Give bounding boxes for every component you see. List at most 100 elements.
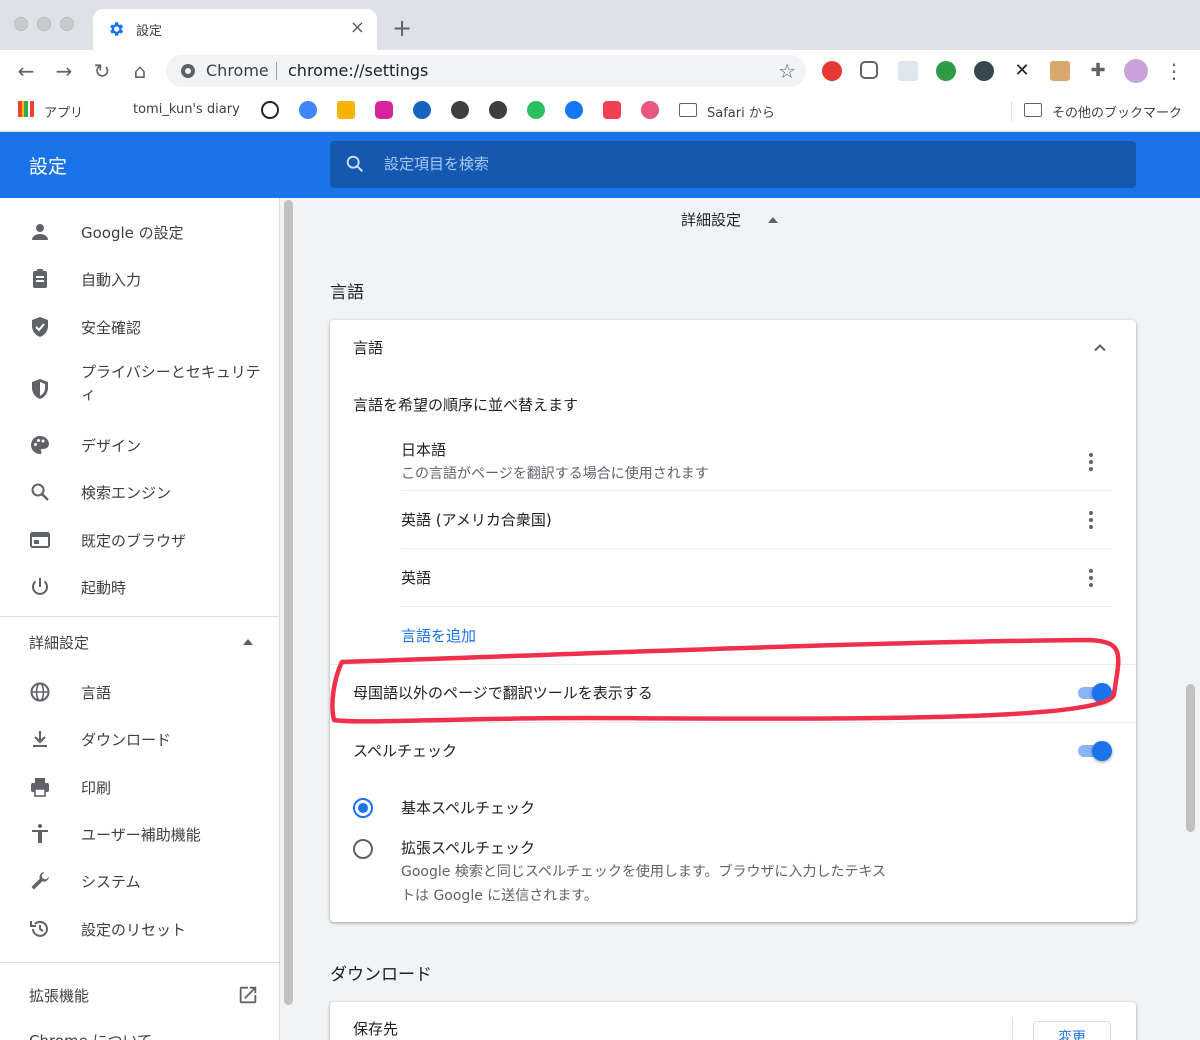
download-icon [28,727,52,751]
sidebar-item-label: Google の設定 [81,224,184,242]
security-shield-icon [28,377,52,401]
puzzle-icon[interactable]: ✚ [1088,61,1108,81]
divider [1011,101,1012,121]
sidebar-item-label: 検索エンジン [81,484,172,502]
spellcheck-toggle[interactable] [1076,741,1112,761]
new-tab-button[interactable]: + [392,14,412,42]
printer-icon [28,775,52,799]
search-input[interactable] [384,151,1084,177]
extension-icon[interactable] [898,61,918,81]
sidebar-item-extensions[interactable]: 拡張機能 [29,985,89,1006]
globe-icon[interactable] [489,101,507,119]
language-name: 英語 [401,569,432,587]
globe-icon[interactable] [451,101,469,119]
google-icon[interactable] [299,101,317,119]
bookmark-w-icon[interactable] [337,101,355,119]
divider [0,616,280,617]
bookmark-other-folder[interactable]: その他のブックマーク [1052,102,1182,121]
red-annotation-outline [330,637,1121,724]
folder-icon [679,103,697,117]
sidebar-item-about[interactable]: Chrome について [29,1030,152,1040]
bookmark-diary[interactable]: tomi_kun's diary [133,102,240,117]
window-minimize-dot[interactable] [37,17,51,31]
sidebar-item-label: 安全確認 [81,319,142,337]
home-icon[interactable]: ⌂ [129,60,151,82]
shield-check-icon [28,315,52,339]
chevron-up-icon[interactable] [1092,340,1108,360]
sidebar-item-label: 設定のリセット [81,921,187,939]
close-x-extension-icon[interactable]: ✕ [1012,61,1032,81]
downloads-card: 保存先 変更 [330,1002,1136,1040]
languages-subpage-header[interactable]: 言語 [353,337,383,358]
basic-spellcheck-radio[interactable] [353,798,373,818]
more-vert-icon[interactable] [1089,569,1093,590]
sidebar-item-label: 起動時 [81,579,127,597]
main-scrollbar[interactable] [1186,684,1195,832]
kebab-menu-icon[interactable]: ⋮ [1163,60,1185,82]
browser-toolbar: ← → ↻ ⌂ Chrome chrome://settings ☆ ✕ ✚ ⋮ [0,50,1200,92]
clipboard-icon [28,267,52,291]
bookmark-apps[interactable]: アプリ [44,102,83,121]
gear-icon [107,20,125,42]
pocket-icon[interactable] [603,101,621,119]
character-extension-icon[interactable] [1050,61,1070,81]
bookmark-layers-icon[interactable] [641,101,659,119]
divider [0,962,280,963]
open-in-new-icon[interactable] [237,984,259,1010]
spellcheck-label: スペルチェック [353,742,457,760]
bookmark-1password-icon[interactable] [261,101,279,119]
adblock-extension-icon[interactable] [822,61,842,81]
evernote-icon[interactable] [527,101,545,119]
facebook-icon[interactable] [565,101,583,119]
sidebar-scrollbar[interactable] [284,200,293,1005]
pocket-extension-icon[interactable] [860,61,878,79]
enhanced-spellcheck-radio[interactable] [353,839,373,859]
reset-history-icon [28,917,52,941]
languages-card: 言語 言語を希望の順序に並べ替えます 日本語 この言語がページを翻訳する場合に使… [330,320,1136,922]
back-icon[interactable]: ← [15,60,37,82]
avatar[interactable] [1124,59,1148,83]
spy-extension-icon[interactable] [974,61,994,81]
main-content: 詳細設定 言語 言語 言語を希望の順序に並べ替えます 日本語 この言語がページを… [300,198,1180,1040]
divider [401,490,1112,491]
advanced-toggle[interactable]: 詳細設定 [681,209,741,230]
bookmark-s-icon[interactable] [413,101,431,119]
forward-icon[interactable]: → [53,60,75,82]
caret-up-icon[interactable] [768,217,778,223]
power-icon [28,575,52,599]
evernote-clipper-icon[interactable] [936,61,956,81]
enhanced-spellcheck-desc: Google 検索と同じスペルチェックを使用します。ブラウザに入力したテキス [401,864,887,880]
enhanced-spellcheck-label: 拡張スペルチェック [401,839,535,857]
more-vert-icon[interactable] [1089,453,1093,474]
window-zoom-dot[interactable] [60,17,74,31]
address-bar[interactable]: Chrome chrome://settings ☆ [166,55,806,87]
wrench-icon [28,869,52,893]
instagram-icon[interactable] [375,101,393,119]
window-close-dot[interactable] [14,17,28,31]
more-vert-icon[interactable] [1089,511,1093,532]
star-icon[interactable]: ☆ [778,59,796,83]
site-name: Chrome [206,61,269,80]
apps-grid-icon [18,101,34,117]
sidebar-item-label: プライバシーとセキュリティ [81,363,261,403]
basic-spellcheck-label: 基本スペルチェック [401,799,535,817]
bookmark-safari-folder[interactable]: Safari から [707,102,775,121]
settings-header: 設定 [0,132,1200,198]
close-icon[interactable]: × [350,17,365,38]
sidebar-item-label: デザイン [81,437,142,455]
chrome-logo-icon [180,63,196,83]
divider [276,62,277,80]
url-text[interactable]: chrome://settings [288,61,428,80]
caret-up-icon[interactable] [243,639,253,645]
sidebar-advanced-header[interactable]: 詳細設定 [29,632,89,653]
browser-window-icon [28,528,52,552]
tab-settings[interactable]: 設定 × [93,9,377,50]
search-box[interactable] [330,141,1136,188]
sidebar-item-label: システム [81,873,141,891]
sidebar-item-label: 言語 [81,684,112,702]
change-download-location-button[interactable]: 変更 [1033,1021,1111,1040]
bookmarks-bar: アプリ tomi_kun's diary Safari から その他のブックマー… [0,92,1200,132]
person-icon [28,220,52,244]
browser-tab-strip: 設定 × + [0,0,1200,50]
reload-icon[interactable]: ↻ [91,60,113,82]
